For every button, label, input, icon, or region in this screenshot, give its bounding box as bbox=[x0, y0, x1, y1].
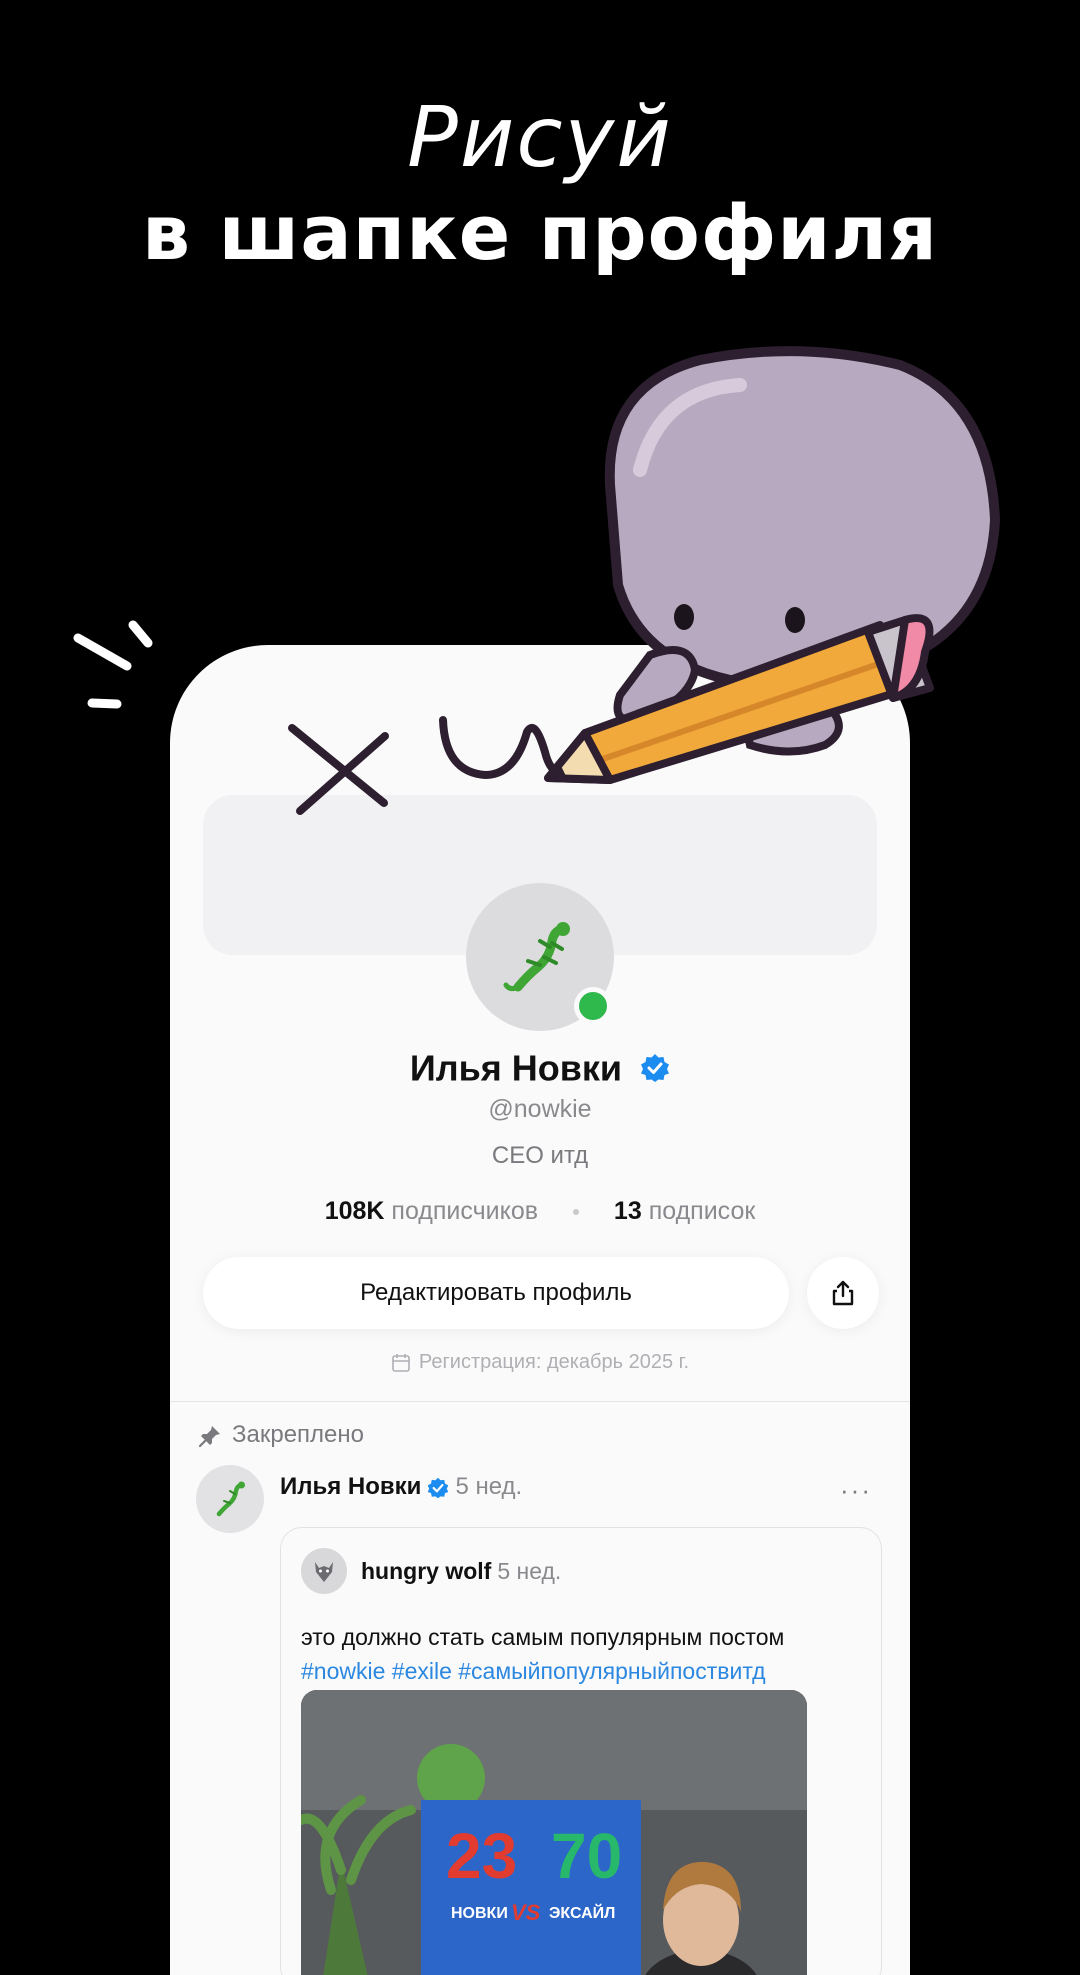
profile-handle: @nowkie bbox=[488, 1095, 592, 1123]
stats-separator-dot bbox=[572, 1209, 579, 1216]
score-left: 23 bbox=[446, 1820, 517, 1892]
wolf-icon bbox=[315, 1562, 333, 1582]
followers-label: подписчиков bbox=[391, 1197, 539, 1225]
followers-count: 108K bbox=[324, 1197, 385, 1225]
pin-icon bbox=[198, 1425, 220, 1447]
caption-vs: VS bbox=[511, 1900, 541, 1925]
verified-badge-icon bbox=[641, 1054, 670, 1083]
quoted-post-media[interactable]: 23 70 НОВКИ VS ЭКСАЙЛ bbox=[301, 1690, 807, 1975]
verified-badge-icon bbox=[428, 1477, 449, 1498]
quoted-author-name[interactable]: hungry wolf bbox=[361, 1558, 491, 1584]
followers-stat[interactable]: 108K подписчиков bbox=[325, 1197, 538, 1225]
post-header: Илья Новки 5 нед. bbox=[280, 1473, 522, 1501]
share-button[interactable] bbox=[807, 1257, 879, 1329]
pinned-label: Закреплено bbox=[198, 1421, 364, 1449]
profile-stats: 108K подписчиков 13 подписок bbox=[170, 1197, 910, 1226]
share-icon bbox=[832, 1280, 854, 1306]
sparkle-marks bbox=[73, 620, 153, 709]
quoted-post-hashtags[interactable]: #nowkie #exile #самыйпопулярныйпоствитд bbox=[301, 1654, 871, 1688]
lizard-icon bbox=[503, 922, 570, 992]
quoted-post-time: 5 нед. bbox=[497, 1558, 562, 1584]
score-right: 70 bbox=[551, 1820, 622, 1892]
calendar-icon bbox=[392, 1353, 410, 1372]
post-author-name[interactable]: Илья Новки bbox=[280, 1473, 421, 1500]
more-options-button[interactable]: ··· bbox=[840, 1475, 872, 1506]
quoted-post-text: это должно стать самым популярным постом… bbox=[301, 1620, 871, 1688]
caption-right: ЭКСАЙЛ bbox=[549, 1903, 615, 1922]
section-divider bbox=[170, 1401, 910, 1402]
quoted-author-avatar[interactable] bbox=[301, 1548, 347, 1594]
profile-bio: CEO итд bbox=[491, 1142, 589, 1169]
edit-profile-button[interactable]: Редактировать профиль bbox=[203, 1257, 789, 1329]
headline-script-line: Рисуй bbox=[407, 88, 673, 186]
quoted-post[interactable]: hungry wolf 5 нед. это должно стать самым… bbox=[280, 1527, 882, 1975]
lizard-icon bbox=[216, 1481, 245, 1517]
following-label: подписок bbox=[648, 1197, 756, 1225]
phone-screen: Илья Новки @nowkie CEO итд 108K подписчи… bbox=[170, 645, 910, 1975]
following-count: 13 bbox=[613, 1197, 642, 1225]
registration-info: Регистрация: декабрь 2025 г. bbox=[170, 1351, 910, 1374]
caption-left: НОВКИ bbox=[451, 1905, 508, 1922]
profile-name: Илья Новки bbox=[170, 1045, 910, 1089]
online-status-dot bbox=[574, 987, 612, 1025]
post-author-avatar[interactable] bbox=[196, 1465, 264, 1533]
post-time: 5 нед. bbox=[455, 1473, 523, 1500]
profile-name-text: Илья Новки bbox=[409, 1047, 623, 1089]
pinned-label-text: Закреплено bbox=[232, 1421, 364, 1448]
quoted-post-header: hungry wolf 5 нед. bbox=[361, 1558, 561, 1585]
registration-text: Регистрация: декабрь 2025 г. bbox=[418, 1351, 690, 1373]
media-photo: 23 70 НОВКИ VS ЭКСАЙЛ bbox=[301, 1690, 807, 1975]
following-stat[interactable]: 13 подписок bbox=[614, 1197, 755, 1225]
quoted-post-body: это должно стать самым популярным постом bbox=[301, 1624, 785, 1650]
headline-main-line: в шапке профиля bbox=[142, 188, 938, 277]
